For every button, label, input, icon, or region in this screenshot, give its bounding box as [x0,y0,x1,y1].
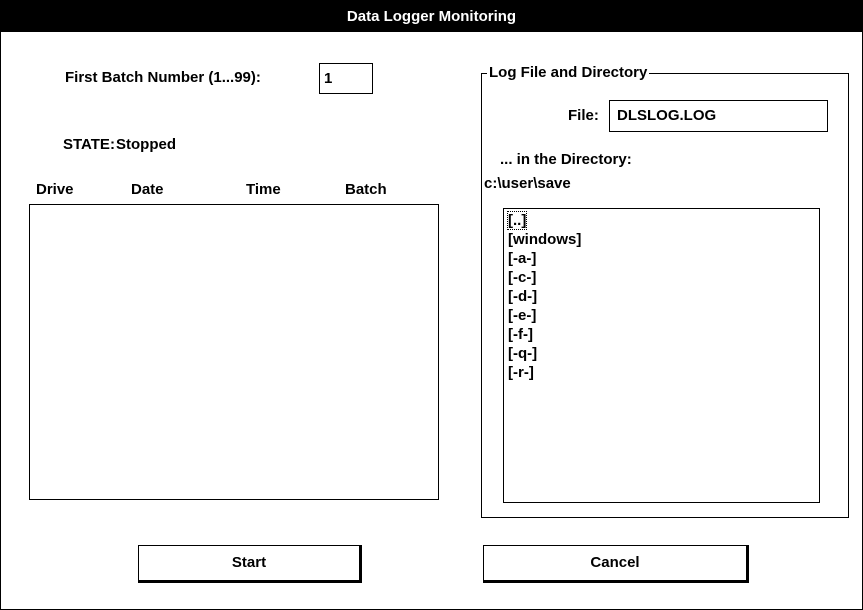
directory-item[interactable]: [..] [504,211,819,230]
directory-item[interactable]: [-f-] [504,325,819,344]
state-label: STATE: [63,136,115,153]
file-input[interactable]: DLSLOG.LOG [609,100,828,132]
directory-item[interactable]: [windows] [504,230,819,249]
column-header-drive: Drive [36,181,74,198]
directory-item[interactable]: [-c-] [504,268,819,287]
directory-label: ... in the Directory: [500,151,632,168]
log-file-group-label: Log File and Directory [487,64,650,81]
start-button[interactable]: Start [138,545,362,583]
cancel-button[interactable]: Cancel [483,545,749,583]
state-value: Stopped [116,136,176,153]
directory-item[interactable]: [-e-] [504,306,819,325]
column-header-batch: Batch [345,181,387,198]
batch-number-value: 1 [324,70,333,87]
directory-item[interactable]: [-d-] [504,287,819,306]
file-input-value: DLSLOG.LOG [617,107,717,124]
dialog-window: Data Logger Monitoring First Batch Numbe… [0,0,863,610]
batch-number-input[interactable]: 1 [319,63,373,94]
title-bar[interactable]: Data Logger Monitoring [1,1,862,32]
directory-item[interactable]: [-a-] [504,249,819,268]
column-header-date: Date [131,181,164,198]
file-label: File: [568,107,599,124]
batch-number-label: First Batch Number (1...99): [65,69,261,86]
window-title: Data Logger Monitoring [346,8,517,25]
directory-item[interactable]: [-q-] [504,344,819,363]
directory-list[interactable]: [..] [windows] [-a-] [-c-] [-d-] [-e-] [… [503,208,820,503]
log-list[interactable] [29,204,439,500]
directory-item[interactable]: [-r-] [504,363,819,382]
directory-path: c:\user\save [484,175,571,192]
column-header-time: Time [246,181,281,198]
